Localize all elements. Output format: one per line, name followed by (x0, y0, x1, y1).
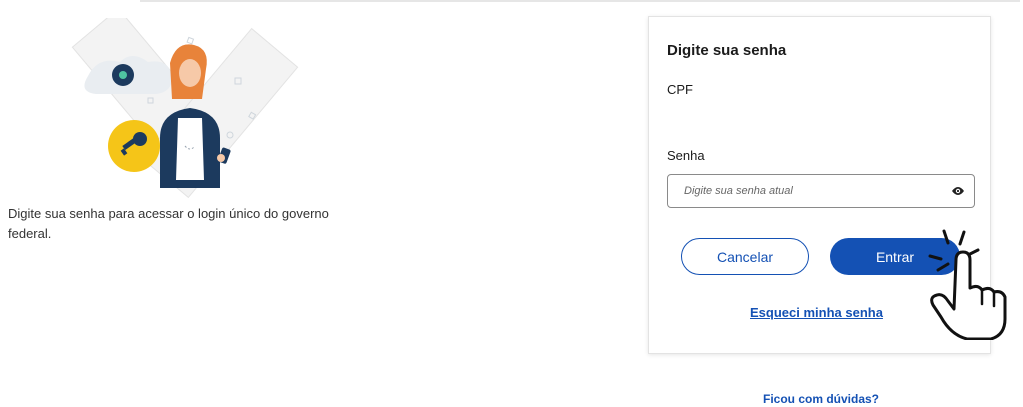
hand-pointer-icon (928, 229, 1007, 340)
help-link[interactable]: Ficou com dúvidas? (763, 392, 879, 406)
intro-text: Digite sua senha para acessar o login ún… (8, 206, 329, 241)
card-title: Digite sua senha (667, 42, 787, 59)
eye-icon[interactable] (951, 185, 965, 197)
login-illustration (71, 18, 299, 198)
top-divider (140, 0, 1020, 2)
password-label: Senha (667, 148, 705, 163)
cpf-label: CPF (667, 82, 693, 97)
cancel-button[interactable]: Cancelar (681, 238, 809, 275)
forgot-password-link[interactable]: Esqueci minha senha (750, 305, 883, 320)
password-input[interactable] (667, 174, 975, 208)
